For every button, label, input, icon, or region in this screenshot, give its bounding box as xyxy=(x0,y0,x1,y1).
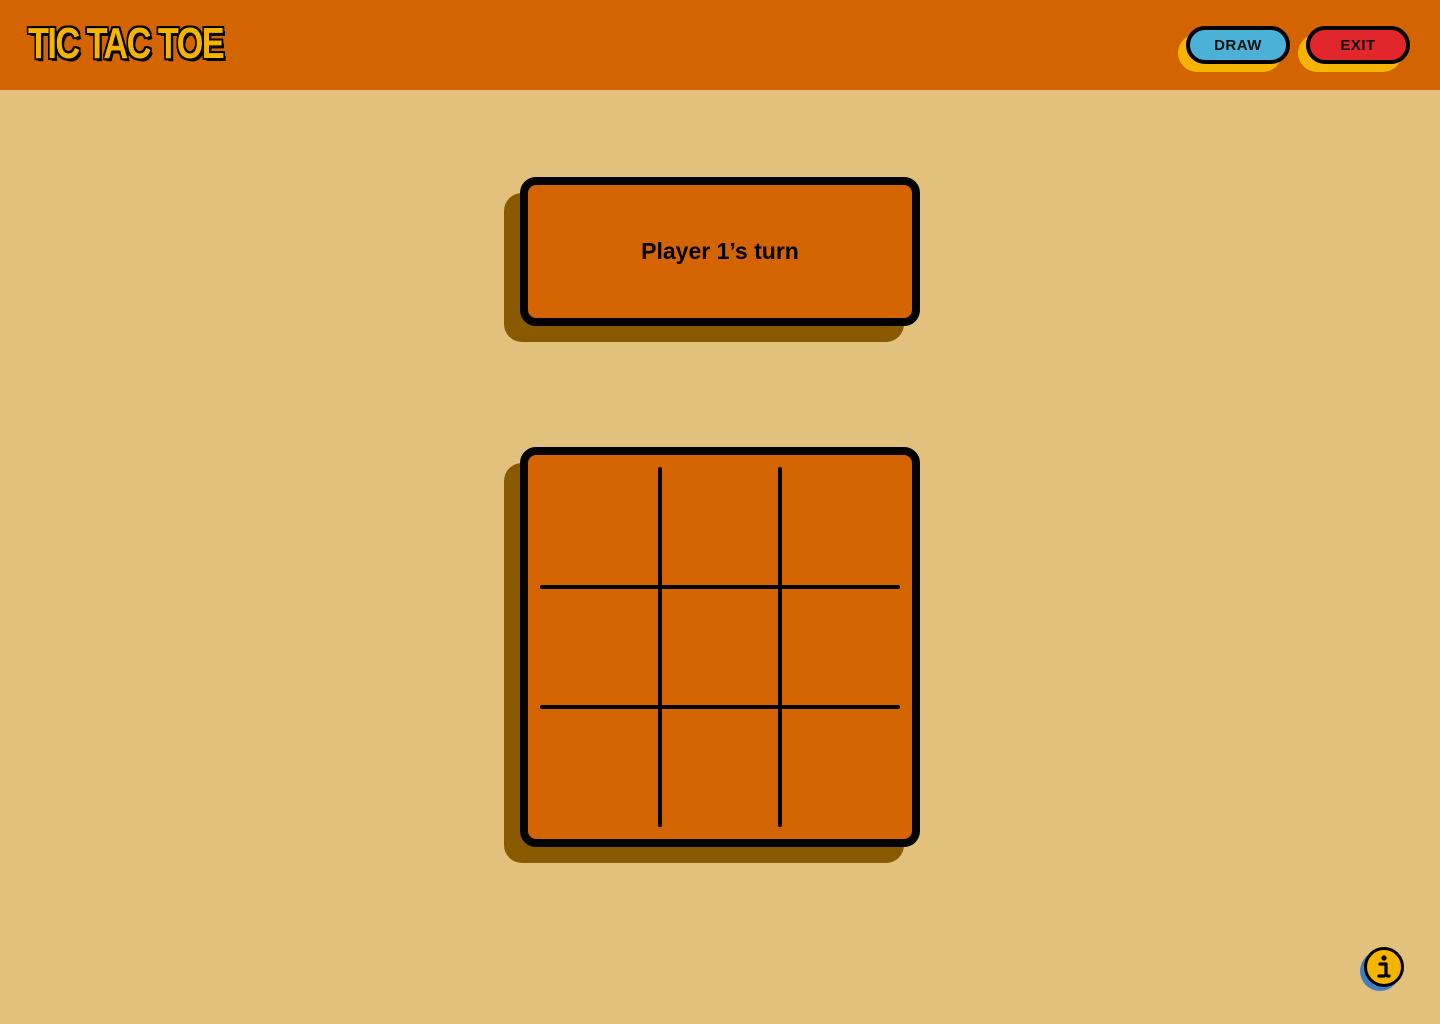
info-icon xyxy=(1377,955,1391,978)
info-button[interactable] xyxy=(1364,947,1404,987)
draw-button[interactable]: DRAW xyxy=(1186,26,1290,64)
board-cell[interactable] xyxy=(780,587,900,707)
turn-status-card: Player 1’s turn xyxy=(520,177,920,326)
board-cell[interactable] xyxy=(660,467,780,587)
grid-line-horizontal xyxy=(540,585,900,589)
grid-line-horizontal xyxy=(540,705,900,709)
exit-button[interactable]: EXIT xyxy=(1306,26,1410,64)
board-grid xyxy=(540,467,900,827)
board-cell[interactable] xyxy=(540,587,660,707)
board-cell[interactable] xyxy=(780,467,900,587)
board-cell[interactable] xyxy=(780,707,900,827)
board-cell[interactable] xyxy=(540,707,660,827)
board-cell[interactable] xyxy=(660,587,780,707)
game-board xyxy=(520,447,920,847)
turn-status-text: Player 1’s turn xyxy=(641,238,799,264)
draw-button-wrapper: DRAW xyxy=(1178,26,1290,72)
game-logo: TIC TAC TOE xyxy=(28,19,225,68)
game-page: TIC TAC TOE DRAW EXIT Player 1’s turn xyxy=(0,0,1440,1024)
board-cell[interactable] xyxy=(660,707,780,827)
exit-button-wrapper: EXIT xyxy=(1298,26,1410,72)
header-bar: TIC TAC TOE DRAW EXIT xyxy=(0,0,1440,90)
board-cell[interactable] xyxy=(540,467,660,587)
grid-line-vertical xyxy=(778,467,782,827)
info-button-wrapper xyxy=(1360,947,1406,993)
grid-line-vertical xyxy=(658,467,662,827)
